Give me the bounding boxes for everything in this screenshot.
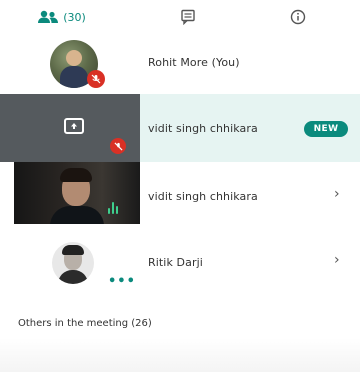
chevron-right-icon[interactable]: › bbox=[334, 252, 340, 268]
participant-name: Ritik Darji bbox=[148, 256, 203, 269]
people-icon bbox=[38, 10, 59, 23]
new-badge: NEW bbox=[304, 121, 348, 137]
participant-row[interactable]: Rohit More (You) bbox=[0, 28, 360, 100]
presentation-tile bbox=[0, 94, 140, 162]
more-options-icon[interactable]: ••• bbox=[108, 274, 136, 289]
participant-name: Rohit More (You) bbox=[148, 56, 240, 69]
participant-row[interactable]: vidit singh chhikara › bbox=[0, 162, 360, 234]
others-section-label: Others in the meeting (26) bbox=[18, 318, 152, 329]
list-fade bbox=[0, 338, 360, 372]
participant-name: vidit singh chhikara bbox=[148, 190, 258, 203]
avatar bbox=[52, 242, 94, 284]
video-tile bbox=[14, 162, 140, 224]
participant-name: vidit singh chhikara bbox=[148, 122, 258, 135]
chat-icon bbox=[181, 9, 195, 25]
speaking-icon bbox=[108, 200, 122, 214]
mic-off-icon bbox=[87, 70, 105, 88]
participant-row[interactable]: ••• Ritik Darji › bbox=[0, 234, 360, 306]
people-count: (30) bbox=[63, 10, 86, 24]
chevron-right-icon[interactable]: › bbox=[334, 186, 340, 202]
info-icon bbox=[290, 9, 306, 25]
mic-off-icon bbox=[110, 138, 126, 154]
participant-row[interactable]: vidit singh chhikara NEW bbox=[0, 94, 360, 166]
present-screen-icon bbox=[64, 118, 84, 134]
